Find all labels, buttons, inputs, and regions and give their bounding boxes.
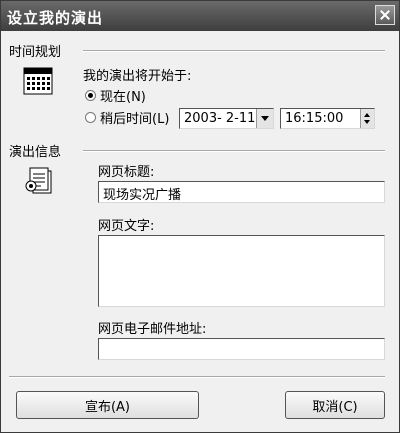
page-text-label: 网页文字: (98, 219, 155, 234)
info-divider (83, 150, 385, 152)
schedule-section-label: 时间规划 (9, 45, 62, 60)
page-text-textarea[interactable] (98, 235, 385, 307)
start-time-prompt: 我的演出将开始于: (83, 69, 192, 84)
spin-up-icon[interactable] (364, 113, 370, 117)
schedule-divider (83, 50, 385, 52)
info-section-label: 演出信息 (9, 145, 62, 160)
email-label: 网页电子邮件地址: (98, 322, 207, 337)
calendar-icon (23, 67, 53, 95)
time-spinner[interactable]: 16:15:00 (280, 108, 375, 129)
title-bar[interactable]: 设立我的演出 (1, 1, 399, 31)
close-icon[interactable] (375, 5, 395, 25)
time-spin-buttons[interactable] (360, 109, 374, 128)
date-value: 2003- 2-11 (184, 111, 256, 126)
now-radio-label[interactable]: 现在(N) (100, 86, 146, 105)
page-title-input[interactable]: 现场实况广播 (98, 181, 385, 203)
document-info-icon (25, 167, 52, 194)
now-radio[interactable] (85, 90, 96, 101)
date-combobox[interactable]: 2003- 2-11 (179, 108, 274, 129)
cancel-button[interactable]: 取消(C) (285, 391, 385, 419)
email-input[interactable] (98, 338, 385, 360)
setup-broadcast-dialog: 设立我的演出 时间规划 我的演出将开始于: 现在(N) 稍后时间(L) 2003… (0, 0, 400, 433)
chevron-down-icon[interactable] (256, 109, 273, 128)
publish-button[interactable]: 宣布(A) (16, 391, 199, 419)
page-title-label: 网页标题: (98, 165, 155, 180)
window-title: 设立我的演出 (7, 9, 104, 27)
later-radio-label[interactable]: 稍后时间(L) (100, 108, 169, 127)
spin-down-icon[interactable] (364, 120, 370, 124)
page-title-value: 现场实况广播 (103, 188, 182, 203)
time-value: 16:15:00 (285, 111, 344, 126)
footer-divider (9, 376, 385, 378)
later-radio[interactable] (85, 112, 96, 123)
